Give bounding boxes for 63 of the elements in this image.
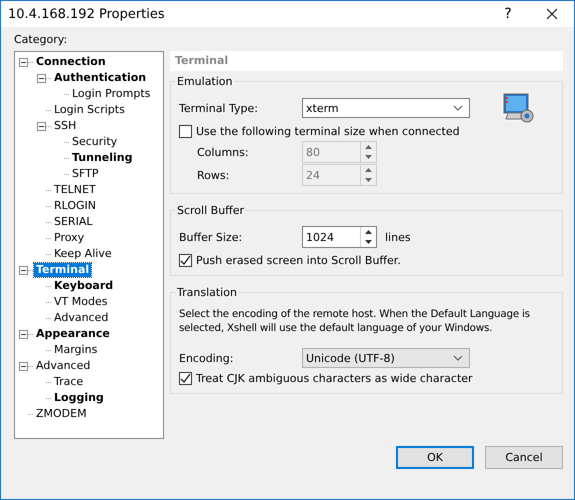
tree-item[interactable]: Advanced: [34, 359, 92, 373]
field-label: Columns:: [197, 146, 250, 158]
tree-item[interactable]: Advanced: [52, 311, 110, 325]
group-title: Translation: [176, 286, 238, 299]
spin-up-icon[interactable]: [365, 230, 372, 234]
tree-item[interactable]: Tunneling: [70, 151, 134, 165]
tree-item[interactable]: Proxy: [52, 231, 86, 245]
group-title: Emulation: [176, 75, 234, 88]
tree-item[interactable]: Login Scripts: [52, 103, 127, 117]
help-button[interactable]: ?: [486, 1, 530, 27]
tree-item[interactable]: Appearance: [34, 327, 112, 341]
tree-item[interactable]: RLOGIN: [52, 199, 98, 213]
monitor-gear-icon: [502, 92, 536, 124]
group-title: Scroll Buffer: [176, 204, 246, 217]
tree-item[interactable]: Keyboard: [52, 279, 116, 293]
tree-item[interactable]: Login Prompts: [70, 87, 152, 101]
dialog-button[interactable]: Cancel: [485, 446, 563, 469]
checkbox-label: Push erased screen into Scroll Buffer.: [196, 254, 401, 266]
collapse-icon[interactable]: [19, 330, 28, 338]
tree-item[interactable]: ZMODEM: [34, 407, 89, 421]
collapse-icon[interactable]: [37, 74, 46, 82]
close-icon[interactable]: [546, 8, 558, 20]
category-label: Category:: [14, 33, 68, 47]
tree-item[interactable]: Keep Alive: [52, 247, 114, 261]
unit-label: lines: [385, 230, 411, 244]
tree-item[interactable]: SFTP: [70, 167, 100, 181]
collapse-icon[interactable]: [19, 266, 28, 274]
tree-item[interactable]: TELNET: [52, 183, 98, 197]
tree-item[interactable]: Security: [70, 135, 120, 149]
panel-title: Terminal: [170, 51, 563, 71]
encoding-dropdown[interactable]: Unicode (UTF-8): [302, 348, 470, 368]
tree-item[interactable]: SERIAL: [52, 215, 94, 229]
field-label: Rows:: [197, 168, 230, 182]
description-text: Select the encoding of the remote host. When the Default Language is selected, Xshell will use the default language of your Windows.: [179, 307, 531, 335]
window-title: 10.4.168.192 Properties: [8, 6, 166, 22]
checkbox[interactable]: Use the following terminal size when connected: [179, 122, 554, 140]
tree-item[interactable]: Margins: [52, 343, 100, 357]
tree-item[interactable]: Connection: [34, 55, 108, 69]
tree-item[interactable]: VT Modes: [52, 295, 110, 309]
checkbox-box[interactable]: [179, 124, 192, 138]
dialog-button[interactable]: OK: [396, 446, 474, 469]
chevron-down-icon[interactable]: [453, 355, 463, 361]
tree-item[interactable]: Terminal: [34, 263, 92, 277]
checkbox[interactable]: Push erased screen into Scroll Buffer.: [179, 251, 554, 269]
checkbox[interactable]: Treat CJK ambiguous characters as wide character: [179, 369, 554, 387]
terminal-type-dropdown[interactable]: xterm: [302, 98, 470, 118]
tree-item[interactable]: Logging: [52, 391, 106, 405]
checkbox-label: Treat CJK ambiguous characters as wide character: [196, 372, 473, 384]
spin-down-icon[interactable]: [365, 240, 372, 244]
buffer-size-spinbox[interactable]: 1024: [302, 226, 377, 248]
tree-item[interactable]: Authentication: [52, 71, 148, 85]
tree-item[interactable]: SSH: [52, 119, 78, 133]
field-label: Buffer Size:: [179, 230, 244, 244]
collapse-icon[interactable]: [19, 58, 28, 66]
field-label: Terminal Type:: [179, 102, 259, 114]
collapse-icon[interactable]: [19, 362, 28, 370]
checkbox-label: Use the following terminal size when connected: [196, 124, 460, 138]
collapse-icon[interactable]: [37, 122, 46, 130]
tree-item[interactable]: Trace: [52, 375, 86, 389]
chevron-down-icon[interactable]: [453, 105, 463, 111]
field-label: Encoding:: [179, 352, 234, 364]
checkbox-box[interactable]: [179, 372, 192, 384]
checkbox-box[interactable]: [179, 254, 192, 266]
